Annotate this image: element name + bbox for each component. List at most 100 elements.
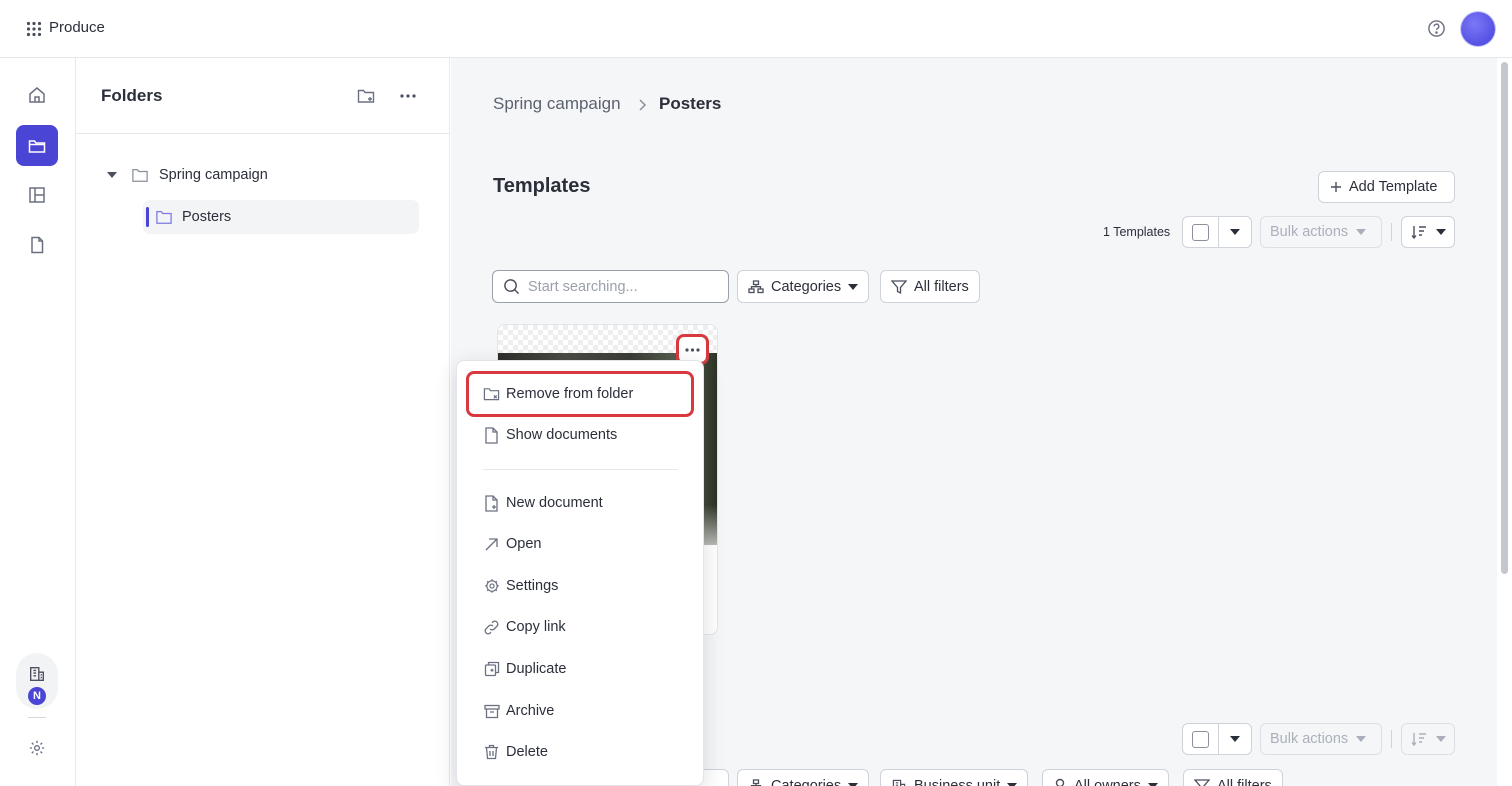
documents-select-all-checkbox[interactable] — [1183, 724, 1218, 754]
documents-select-all-control[interactable] — [1182, 723, 1252, 755]
trash-icon — [483, 744, 500, 761]
templates-title: Templates — [493, 175, 591, 197]
app-name: Produce — [49, 19, 105, 36]
menu-item-remove-from-folder[interactable]: Remove from folder — [466, 371, 694, 417]
bulk-actions-button[interactable]: Bulk actions — [1260, 216, 1382, 248]
workspace-badge: N — [28, 687, 46, 705]
filter-icon — [891, 279, 907, 294]
layout-icon — [29, 186, 45, 203]
new-folder-button[interactable] — [354, 84, 378, 108]
context-menu: Remove from folder Show documents New do… — [456, 360, 704, 786]
sort-button[interactable] — [1401, 216, 1455, 248]
menu-item-label: Settings — [506, 578, 559, 594]
documents-categories-filter[interactable]: Categories — [737, 769, 870, 786]
folders-more-button[interactable] — [396, 84, 420, 108]
menu-item-settings[interactable]: Settings — [469, 566, 691, 606]
caret-down-icon — [1230, 736, 1240, 742]
caret-down-icon — [1356, 229, 1367, 235]
rail-settings[interactable] — [16, 727, 58, 768]
categories-filter[interactable]: Categories — [737, 270, 870, 303]
bulk-actions-label: Bulk actions — [1270, 731, 1349, 747]
select-all-control[interactable] — [1182, 216, 1252, 248]
tree-item-posters[interactable]: Posters — [143, 200, 419, 234]
folders-title: Folders — [101, 86, 163, 105]
chevron-right-icon — [639, 99, 647, 111]
user-icon — [1055, 778, 1065, 786]
folder-icon — [156, 211, 172, 224]
user-avatar[interactable] — [1461, 12, 1495, 46]
card-more-button[interactable] — [676, 334, 709, 365]
documents-select-options-dropdown[interactable] — [1218, 724, 1251, 754]
caret-down-icon — [1435, 736, 1446, 742]
menu-separator — [483, 469, 678, 470]
menu-item-archive[interactable]: Archive — [469, 691, 691, 731]
owners-filter[interactable]: All owners — [1042, 769, 1169, 786]
documents-all-filters-button[interactable]: All filters — [1183, 769, 1283, 786]
help-icon[interactable] — [1427, 19, 1446, 38]
folder-icon — [28, 139, 46, 153]
menu-item-show-documents[interactable]: Show documents — [469, 415, 691, 455]
document-plus-icon — [483, 494, 500, 512]
select-options-dropdown[interactable] — [1218, 217, 1251, 247]
toolbar-divider — [1391, 730, 1392, 748]
duplicate-icon — [483, 661, 500, 678]
menu-item-open[interactable]: Open — [469, 524, 691, 564]
search-icon — [504, 279, 520, 295]
menu-item-label: New document — [506, 495, 603, 511]
search-field[interactable] — [492, 270, 729, 303]
add-template-label: Add Template — [1349, 179, 1438, 195]
business-unit-filter[interactable]: Business unit — [880, 769, 1029, 786]
more-horizontal-icon — [685, 347, 700, 352]
caret-down-icon[interactable] — [106, 171, 118, 179]
app-grid-icon[interactable] — [26, 21, 42, 37]
menu-item-label: Archive — [506, 703, 555, 719]
tree-item-spring-campaign[interactable]: Spring campaign — [106, 163, 268, 187]
categories-label: Categories — [771, 278, 842, 295]
folder-plus-icon — [357, 89, 375, 103]
menu-item-duplicate[interactable]: Duplicate — [469, 649, 691, 689]
business-unit-label: Business unit — [914, 777, 1001, 786]
search-input[interactable] — [528, 278, 718, 295]
gear-icon — [29, 740, 45, 755]
caret-down-icon — [848, 782, 859, 786]
select-all-checkbox[interactable] — [1183, 217, 1218, 247]
caret-down-icon — [848, 283, 859, 290]
folders-panel: Folders Spring campaign Posters — [76, 58, 450, 786]
gear-icon — [483, 578, 500, 595]
all-owners-label: All owners — [1074, 777, 1141, 786]
top-bar: Produce — [0, 0, 1512, 58]
rail-documents[interactable] — [16, 224, 58, 265]
rail-folders[interactable] — [16, 125, 58, 166]
sort-icon — [1410, 226, 1426, 239]
all-filters-button[interactable]: All filters — [880, 270, 980, 303]
menu-item-copy-link[interactable]: Copy link — [469, 607, 691, 647]
bulk-actions-label: Bulk actions — [1270, 224, 1349, 240]
documents-bulk-actions-button[interactable]: Bulk actions — [1260, 723, 1382, 755]
selection-indicator — [146, 207, 149, 227]
breadcrumb-current: Posters — [659, 94, 722, 113]
folder-icon — [132, 169, 148, 182]
link-icon — [483, 619, 500, 636]
caret-down-icon — [1356, 736, 1367, 742]
plus-icon — [1331, 182, 1341, 192]
arrow-up-right-icon — [483, 536, 500, 553]
document-icon — [31, 236, 44, 253]
menu-item-label: Show documents — [506, 427, 618, 443]
rail-home[interactable] — [16, 74, 58, 115]
categories-label: Categories — [771, 777, 842, 786]
caret-down-icon — [1147, 782, 1158, 786]
rail-divider — [28, 717, 46, 718]
documents-sort-button[interactable] — [1401, 723, 1455, 755]
hierarchy-icon — [748, 279, 764, 293]
caret-down-icon — [1230, 229, 1240, 235]
menu-item-new-document[interactable]: New document — [469, 483, 691, 523]
add-template-button[interactable]: Add Template — [1318, 171, 1455, 203]
folder-remove-icon — [483, 386, 500, 403]
rail-layouts[interactable] — [16, 174, 58, 215]
breadcrumb-parent[interactable]: Spring campaign — [493, 94, 621, 114]
document-icon — [483, 426, 500, 444]
menu-item-delete[interactable]: Delete — [469, 732, 691, 772]
hierarchy-icon — [750, 778, 762, 786]
scrollbar-thumb[interactable] — [1501, 62, 1508, 574]
menu-item-label: Copy link — [506, 619, 566, 635]
